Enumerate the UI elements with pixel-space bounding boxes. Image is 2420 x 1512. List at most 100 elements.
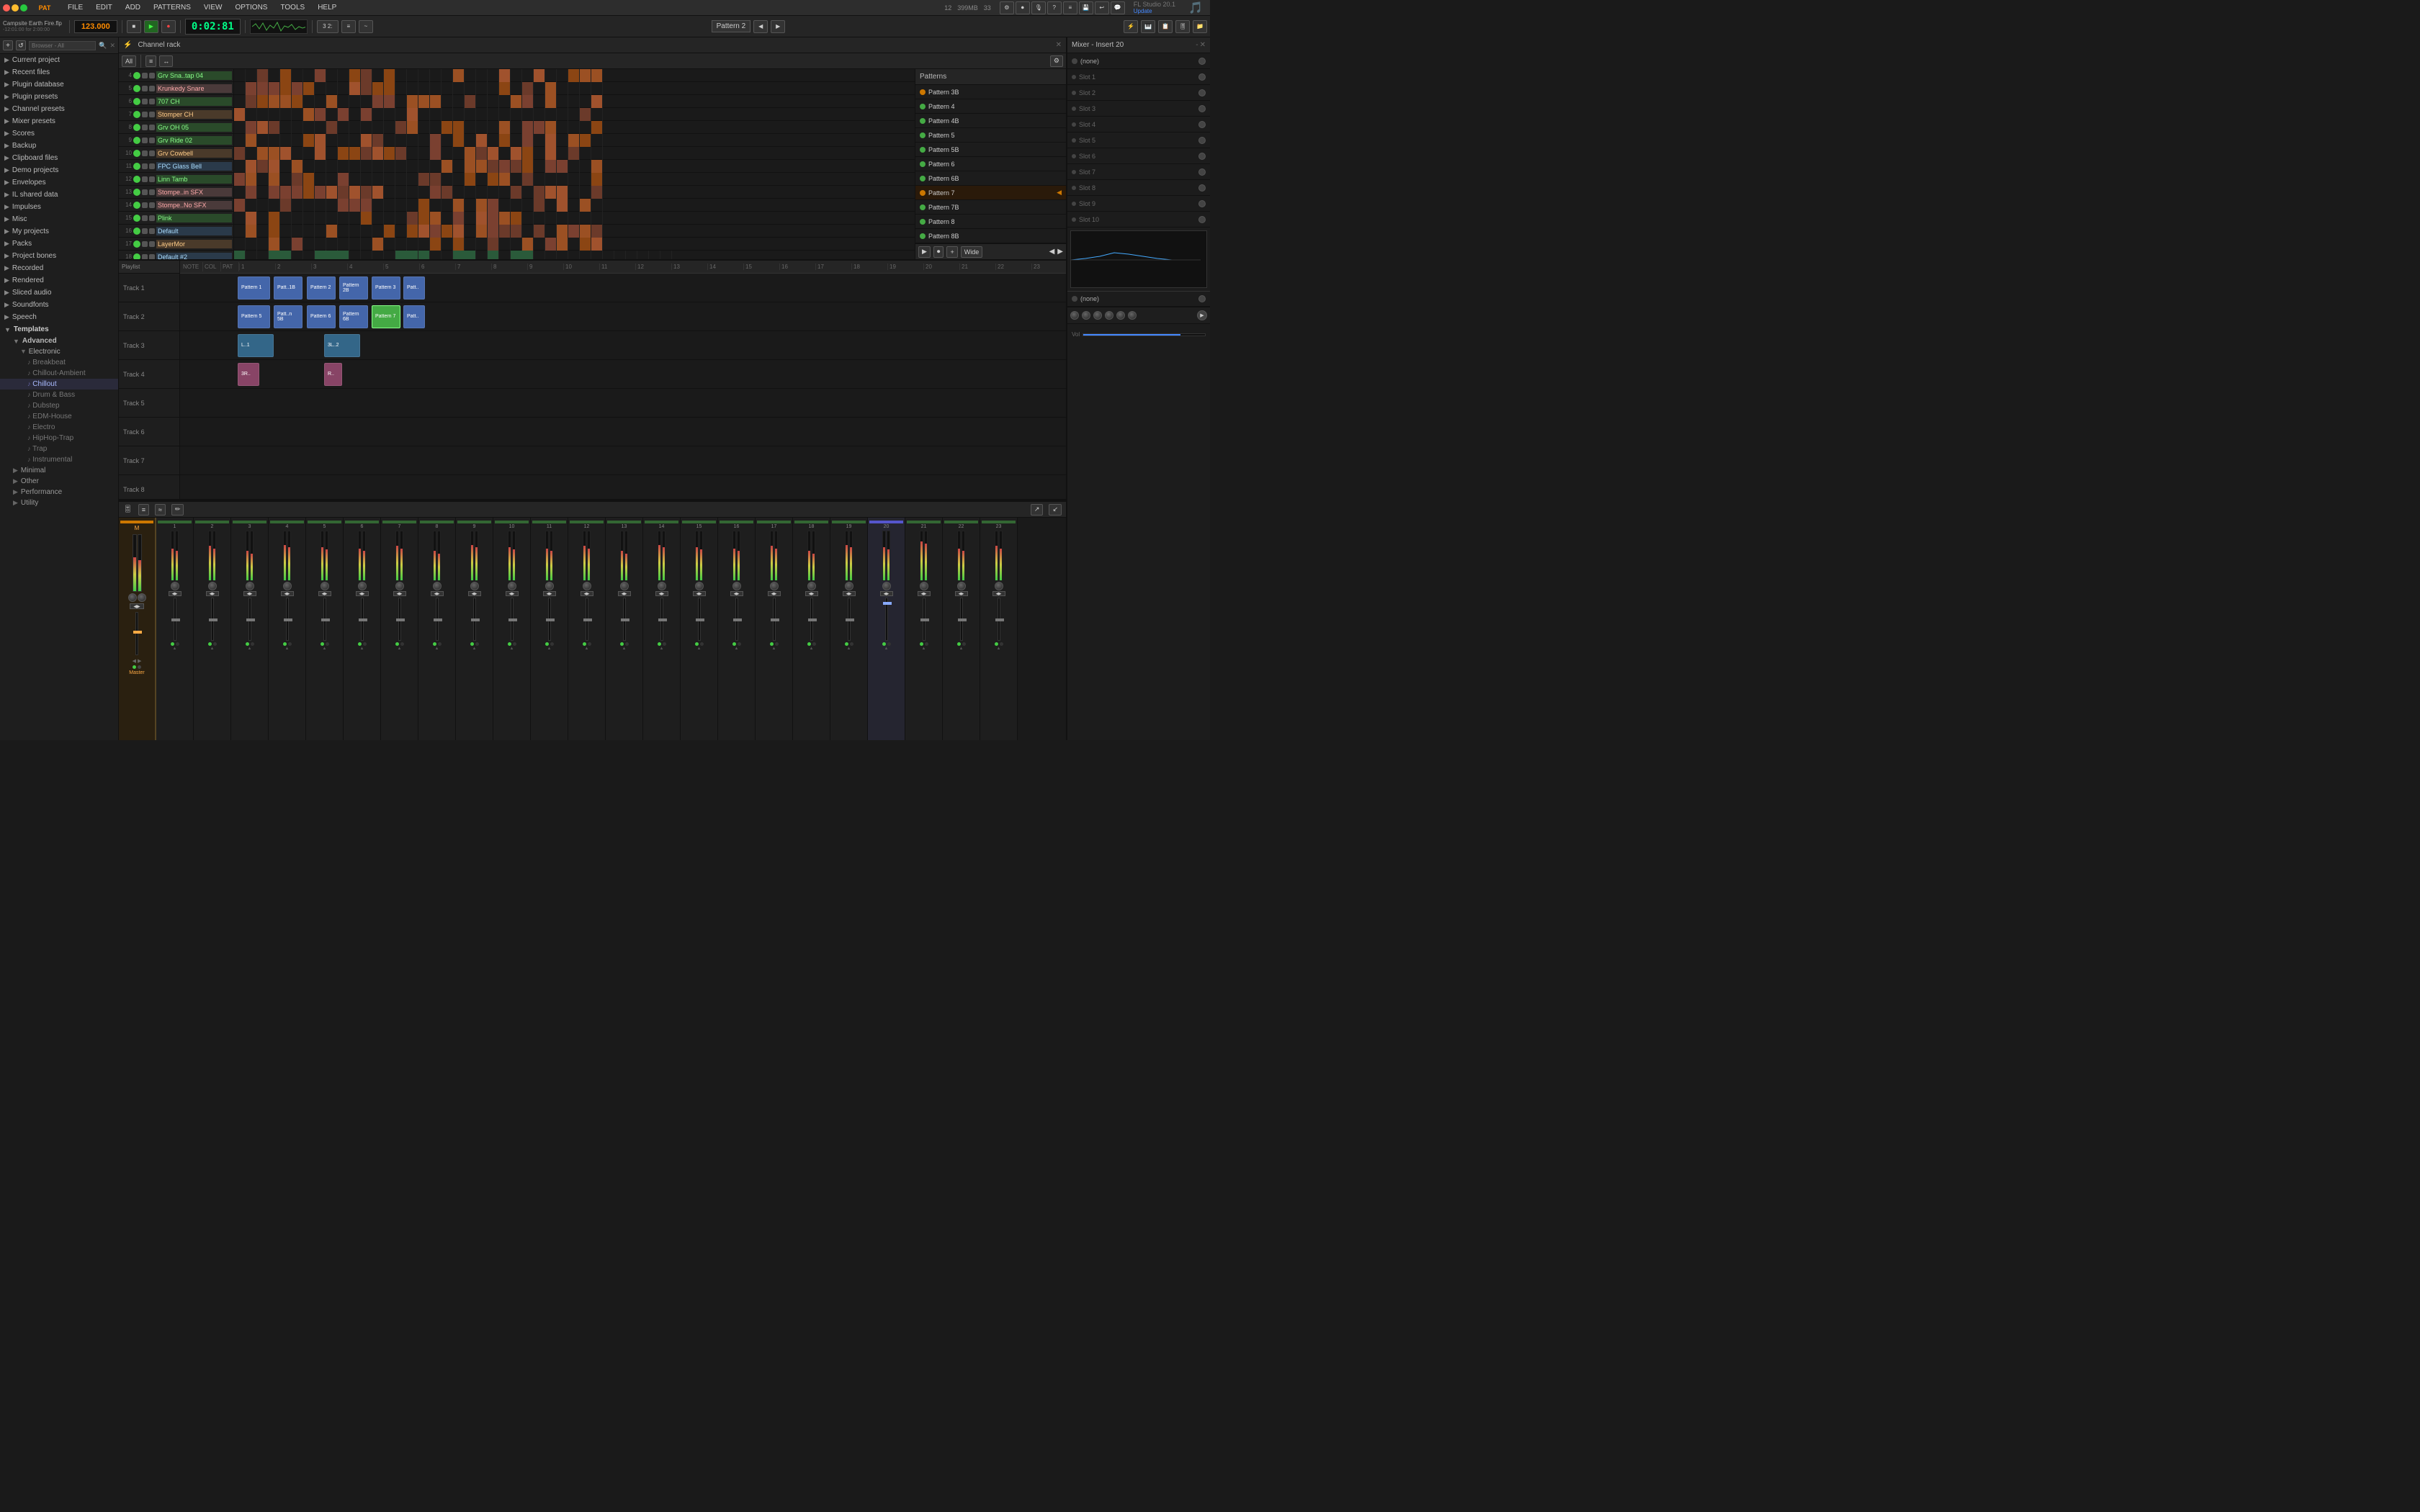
pattern-play[interactable]: ▶ [918,246,931,258]
pattern-cell[interactable] [580,147,591,160]
pattern-cell[interactable] [453,251,476,259]
pattern-cell[interactable] [557,225,568,238]
pattern-cell[interactable] [303,173,315,186]
mixer-insert-channel-4[interactable]: 4◀▶▲ [269,518,306,740]
pattern-item[interactable]: Pattern 6B [915,171,1066,186]
pattern-cell[interactable] [372,212,384,225]
led-off[interactable] [700,642,704,646]
pattern-cell[interactable] [418,225,430,238]
menu-options[interactable]: OPTIONS [232,2,270,13]
pattern-cell[interactable] [534,69,545,82]
sidebar-item-demo-projects[interactable]: ▶ Demo projects [0,164,118,176]
pattern-cell[interactable] [488,95,499,108]
pattern-cell[interactable] [407,82,418,95]
insert-fader[interactable] [773,598,776,641]
pattern-cell[interactable] [557,186,568,199]
pattern-cell[interactable] [534,225,545,238]
pattern-cell[interactable] [372,82,384,95]
icon-save[interactable]: 💾 [1079,1,1093,14]
fader-handle[interactable] [209,618,218,621]
fader-handle[interactable] [284,618,292,621]
ch-solo[interactable] [149,163,155,169]
pattern-cell[interactable] [315,134,326,147]
pattern-cell[interactable] [430,121,442,134]
pattern-cell[interactable] [499,186,511,199]
pattern-cell[interactable] [488,212,499,225]
pattern-cell[interactable] [545,225,557,238]
pattern-cell[interactable] [557,212,568,225]
pattern-cell[interactable] [395,147,407,160]
pattern-cell[interactable] [269,251,292,259]
fader-handle[interactable] [920,618,929,621]
ch-mute[interactable] [142,150,148,156]
mixer-insert-channel-5[interactable]: 5◀▶▲ [306,518,344,740]
pattern-cell[interactable] [338,134,349,147]
sidebar-item-recorded[interactable]: ▶ Recorded [0,262,118,274]
pattern-cell[interactable] [234,121,246,134]
pattern-cell[interactable] [534,212,545,225]
pattern-cell[interactable] [407,173,418,186]
pattern-cell[interactable] [407,199,418,212]
led-green[interactable] [957,642,961,646]
pattern-cell[interactable] [407,134,418,147]
pattern-cell[interactable] [407,108,418,121]
pattern-item[interactable]: Pattern 8B [915,229,1066,243]
pattern-cell[interactable] [442,147,453,160]
pattern-cell[interactable] [338,225,349,238]
pattern-cell[interactable] [372,108,384,121]
track-label[interactable]: Track 4 [119,360,179,389]
pattern-cell[interactable] [338,82,349,95]
pattern-cell[interactable] [234,173,246,186]
pattern-cell[interactable] [476,225,488,238]
pattern-cell[interactable] [372,160,384,173]
mixer-insert-channel-15[interactable]: 15◀▶▲ [681,518,718,740]
insert-fader[interactable] [174,598,176,641]
pattern-cell[interactable] [303,212,315,225]
pattern-cell[interactable] [488,69,499,82]
pattern-cell[interactable] [303,238,315,251]
insert-stereo[interactable]: ◀▶ [618,591,631,596]
stop-button[interactable]: ■ [127,20,141,33]
track-label[interactable]: Track 5 [119,389,179,418]
ch-name[interactable]: Default [156,227,232,235]
pattern-cell[interactable] [499,251,511,259]
pattern-block[interactable]: 3R.. [238,363,259,386]
pattern-cell[interactable] [545,251,557,259]
pattern-block[interactable]: Pattern 2 [307,276,336,300]
pattern-cell[interactable] [499,69,511,82]
send-led[interactable] [1072,58,1077,64]
pattern-cell[interactable] [338,186,349,199]
pattern-cell[interactable] [315,69,326,82]
timeline-track-4[interactable]: 3R.. R.. [180,360,1066,389]
pattern-cell[interactable] [568,121,580,134]
pattern-cell[interactable] [568,238,580,251]
sidebar-item-dubstep[interactable]: ♪ Dubstep [0,400,118,411]
pattern-cell[interactable] [303,108,315,121]
pattern-cell[interactable] [326,212,338,225]
pattern-cell[interactable] [591,69,603,82]
track-label[interactable]: Track 8 [119,475,179,499]
sidebar-item-chillout-ambient[interactable]: ♪ Chillout-Ambient [0,368,118,379]
pattern-cell[interactable] [372,186,384,199]
channel-rack-close[interactable]: ✕ [1056,41,1062,49]
pattern-cell[interactable] [395,121,407,134]
ch-mute[interactable] [142,189,148,195]
pattern-cell[interactable] [418,212,430,225]
pattern-cell[interactable] [269,238,280,251]
sidebar-search-input[interactable] [29,41,96,50]
pattern-cell[interactable] [557,95,568,108]
pattern-cell[interactable] [234,95,246,108]
pattern-cell[interactable] [361,134,372,147]
sidebar-item-trap[interactable]: ♪ Trap [0,444,118,454]
pattern-cell[interactable] [476,134,488,147]
sidebar-item-chillout[interactable]: ♪ Chillout [0,379,118,390]
pattern-cell[interactable] [292,199,303,212]
pattern-cell[interactable] [430,108,442,121]
timeline-track-7[interactable] [180,446,1066,475]
pattern-cell[interactable] [534,173,545,186]
ch-led-green[interactable] [133,98,140,105]
ch-solo[interactable] [149,202,155,208]
led-green[interactable] [583,642,586,646]
ch-name[interactable]: Stompe..No SFX [156,201,232,210]
pattern-cell[interactable] [499,199,511,212]
